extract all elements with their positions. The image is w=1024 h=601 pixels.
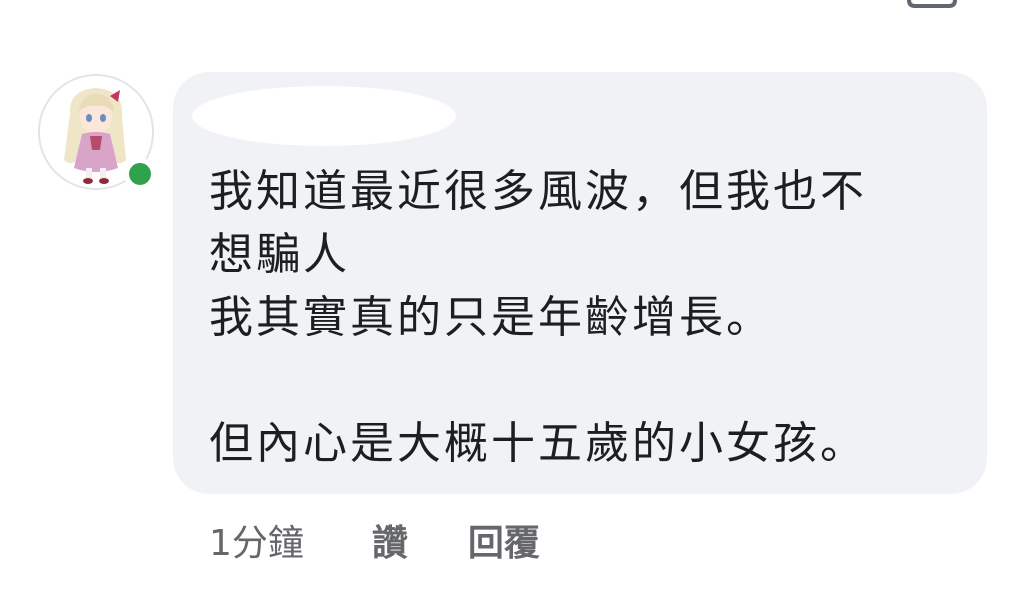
comment-actions: 1分鐘 讚 回覆: [209, 512, 540, 568]
like-button[interactable]: 讚: [372, 514, 408, 566]
redacted-name: [192, 86, 456, 146]
reply-button[interactable]: 回覆: [468, 514, 540, 566]
comment-text: 我知道最近很多風波，但我也不 想騙人 我其實真的只是年齡增長。 但內心是大概十五…: [209, 166, 867, 469]
online-status-indicator: [124, 158, 156, 190]
share-icon[interactable]: [903, 0, 961, 10]
comment-timestamp[interactable]: 1分鐘: [209, 514, 304, 566]
comment-screen: 我知道最近很多風波，但我也不 想騙人 我其實真的只是年齡增長。 但內心是大概十五…: [0, 0, 1024, 601]
